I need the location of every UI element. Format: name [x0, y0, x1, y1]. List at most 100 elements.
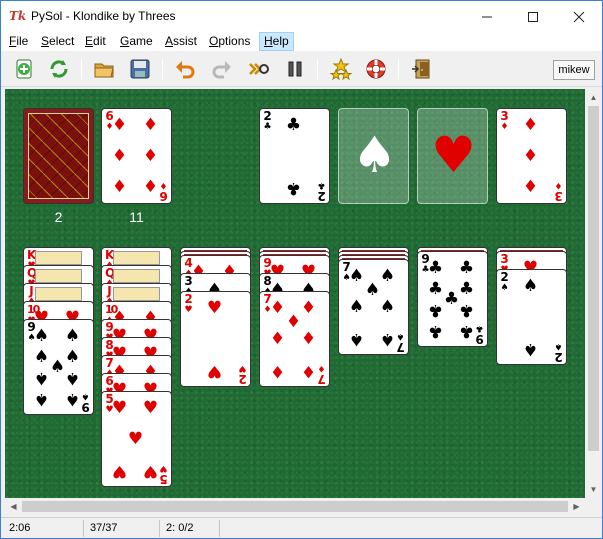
- face-card-art: [113, 251, 160, 265]
- card-2-spade[interactable]: 2 ♠ ♠ ♠ 2 ♠: [496, 269, 567, 365]
- autodrop-icon: [249, 63, 269, 75]
- scroll-up-icon[interactable]: ▲: [585, 89, 602, 106]
- diamond-icon: ♦: [142, 115, 159, 135]
- card-rank-text: 2: [184, 292, 193, 306]
- statistics-button[interactable]: [328, 56, 354, 82]
- diamond-icon: ♦: [300, 361, 317, 381]
- face-card-art: [113, 269, 160, 283]
- waste-pile[interactable]: 6 ♦ ♦ ♦ ♦ ♦ ♦ ♦ 6 ♦: [101, 108, 172, 204]
- spade-icon: ♠: [396, 331, 405, 341]
- spade-icon: ♠: [379, 329, 396, 349]
- scroll-left-icon[interactable]: ◀: [5, 498, 22, 515]
- toolbar: [1, 51, 602, 87]
- status-cards: 37/37: [83, 520, 159, 537]
- close-button[interactable]: [556, 1, 602, 32]
- card-rank: 2 ♠: [554, 341, 563, 364]
- diamond-icon: ♦: [317, 363, 326, 373]
- vertical-scroll-thumb[interactable]: [588, 106, 599, 451]
- scroll-right-icon[interactable]: ▶: [568, 498, 585, 515]
- redo-button[interactable]: [209, 56, 235, 82]
- new-game-button[interactable]: [11, 56, 37, 82]
- title-bar[interactable]: Tk PySol - Klondike by Threes: [1, 1, 602, 32]
- card-2-heart[interactable]: 2 ♥ ♥ ♥ 2 ♥: [180, 291, 251, 387]
- menu-help[interactable]: Help: [259, 32, 294, 51]
- heart-icon: ♥: [184, 305, 193, 315]
- menu-options-mnemonic: O: [209, 34, 219, 48]
- restart-button[interactable]: [46, 56, 72, 82]
- menu-game[interactable]: Game: [116, 32, 157, 51]
- menu-options[interactable]: Options: [205, 32, 254, 51]
- minimize-button[interactable]: [464, 1, 510, 32]
- foundation-spades-empty[interactable]: ♠: [338, 108, 409, 204]
- menu-bar: File Select Edit Game Assist Options Hel…: [1, 32, 602, 51]
- menu-select[interactable]: Select: [37, 32, 78, 51]
- club-icon: ♣: [427, 321, 444, 341]
- card-rank: 7 ♠: [396, 331, 405, 354]
- open-button[interactable]: [91, 56, 117, 82]
- card-9-spade[interactable]: 9 ♠ ♠ ♠ ♠ ♠ ♠ ♠ ♠ ♠ ♠ 9 ♠: [23, 319, 94, 415]
- diamond-icon: ♦: [300, 329, 317, 349]
- toolbar-separator: [317, 59, 318, 79]
- horizontal-scrollbar[interactable]: ◀ ▶: [5, 498, 585, 515]
- card-9-club[interactable]: 9 ♣ ♣ ♣ ♣ ♣ ♣ ♣ ♣ ♣ ♣ 9 ♣: [417, 251, 488, 347]
- heart-icon: ♥: [159, 463, 168, 473]
- card-rank-text: 2: [238, 372, 247, 386]
- spade-icon: ♠: [554, 341, 563, 351]
- spade-icon: ♠: [81, 391, 90, 401]
- maximize-icon: [528, 11, 538, 22]
- menu-edit[interactable]: Edit: [81, 32, 110, 51]
- game-table[interactable]: 2 6♦ ♦ ♦ ♦ ♦ ♦ ♦ 6♦ 11 2♣ ♣ ♣ 2♣ ♠ ♥: [5, 89, 585, 498]
- foundation-rank: 2: [317, 189, 326, 203]
- spade-icon: ♠: [64, 368, 81, 388]
- foundation-suit: ♣: [317, 180, 326, 190]
- status-time: 2:06: [9, 522, 31, 534]
- stock-pile[interactable]: [23, 108, 94, 204]
- card-rank: 2 ♥: [238, 363, 247, 386]
- club-icon: ♣: [427, 300, 444, 320]
- diamond-icon: ♦: [522, 177, 539, 197]
- card-rank: 9 ♣: [475, 323, 484, 346]
- rules-button[interactable]: [363, 56, 389, 82]
- toolbar-separator: [81, 59, 82, 79]
- spade-icon: ♠: [33, 326, 50, 346]
- status-bar: 2:06 37/37 2: 0/2: [1, 517, 602, 538]
- foundation-clubs[interactable]: 2 ♣ ♣ ♣ 2 ♣: [259, 108, 330, 204]
- menu-assist[interactable]: Assist: [161, 32, 201, 51]
- quit-button[interactable]: [409, 56, 435, 82]
- menu-file[interactable]: File: [5, 32, 32, 51]
- save-button[interactable]: [127, 56, 153, 82]
- pysol-app-icon: Tk: [9, 9, 27, 23]
- foundation-hearts-empty[interactable]: ♥: [417, 108, 488, 204]
- spade-icon: ♠: [64, 326, 81, 346]
- card-rank-text: 2: [500, 270, 509, 284]
- club-icon: ♣: [427, 258, 444, 278]
- status-moves: 2: 0/2: [159, 520, 219, 537]
- club-icon: ♣: [285, 178, 302, 198]
- toolbar-separator: [398, 59, 399, 79]
- new-game-icon: [16, 59, 32, 79]
- card-5-heart[interactable]: 5 ♥ ♥ ♥ ♥ ♥ ♥ 5 ♥: [101, 391, 172, 487]
- foundation-rank: 3: [554, 189, 563, 203]
- stock-count: 2: [54, 209, 63, 225]
- spade-icon: ♠: [522, 276, 539, 296]
- vertical-scrollbar[interactable]: ▲ ▼: [585, 89, 602, 498]
- redo-icon: [212, 61, 231, 79]
- card-7-diamond[interactable]: 7 ♦ ♦ ♦ ♦ ♦ ♦ ♦ ♦ 7 ♦: [259, 291, 330, 387]
- club-icon: ♣: [475, 323, 484, 333]
- horizontal-scroll-thumb[interactable]: [22, 501, 568, 512]
- restart-icon: [50, 60, 68, 78]
- pause-button[interactable]: [282, 56, 308, 82]
- card-back-pattern: [28, 113, 89, 199]
- club-icon: ♣: [427, 279, 444, 299]
- card-7-spade[interactable]: 7 ♠ ♠ ♠ ♠ ♠ ♠ ♠ ♠ 7 ♠: [338, 259, 409, 355]
- autodrop-button[interactable]: [246, 56, 272, 82]
- foundation-diamonds[interactable]: 3 ♦ ♦ ♦ ♦ 3 ♦: [496, 108, 567, 204]
- spade-icon: ♠: [348, 329, 365, 349]
- undo-button[interactable]: [172, 56, 198, 82]
- spade-icon: ♠: [33, 368, 50, 388]
- scroll-down-icon[interactable]: ▼: [585, 481, 602, 498]
- face-card-art: [35, 269, 82, 283]
- player-name-field[interactable]: mikew: [553, 60, 595, 80]
- save-icon: [130, 59, 150, 79]
- maximize-button[interactable]: [510, 1, 556, 32]
